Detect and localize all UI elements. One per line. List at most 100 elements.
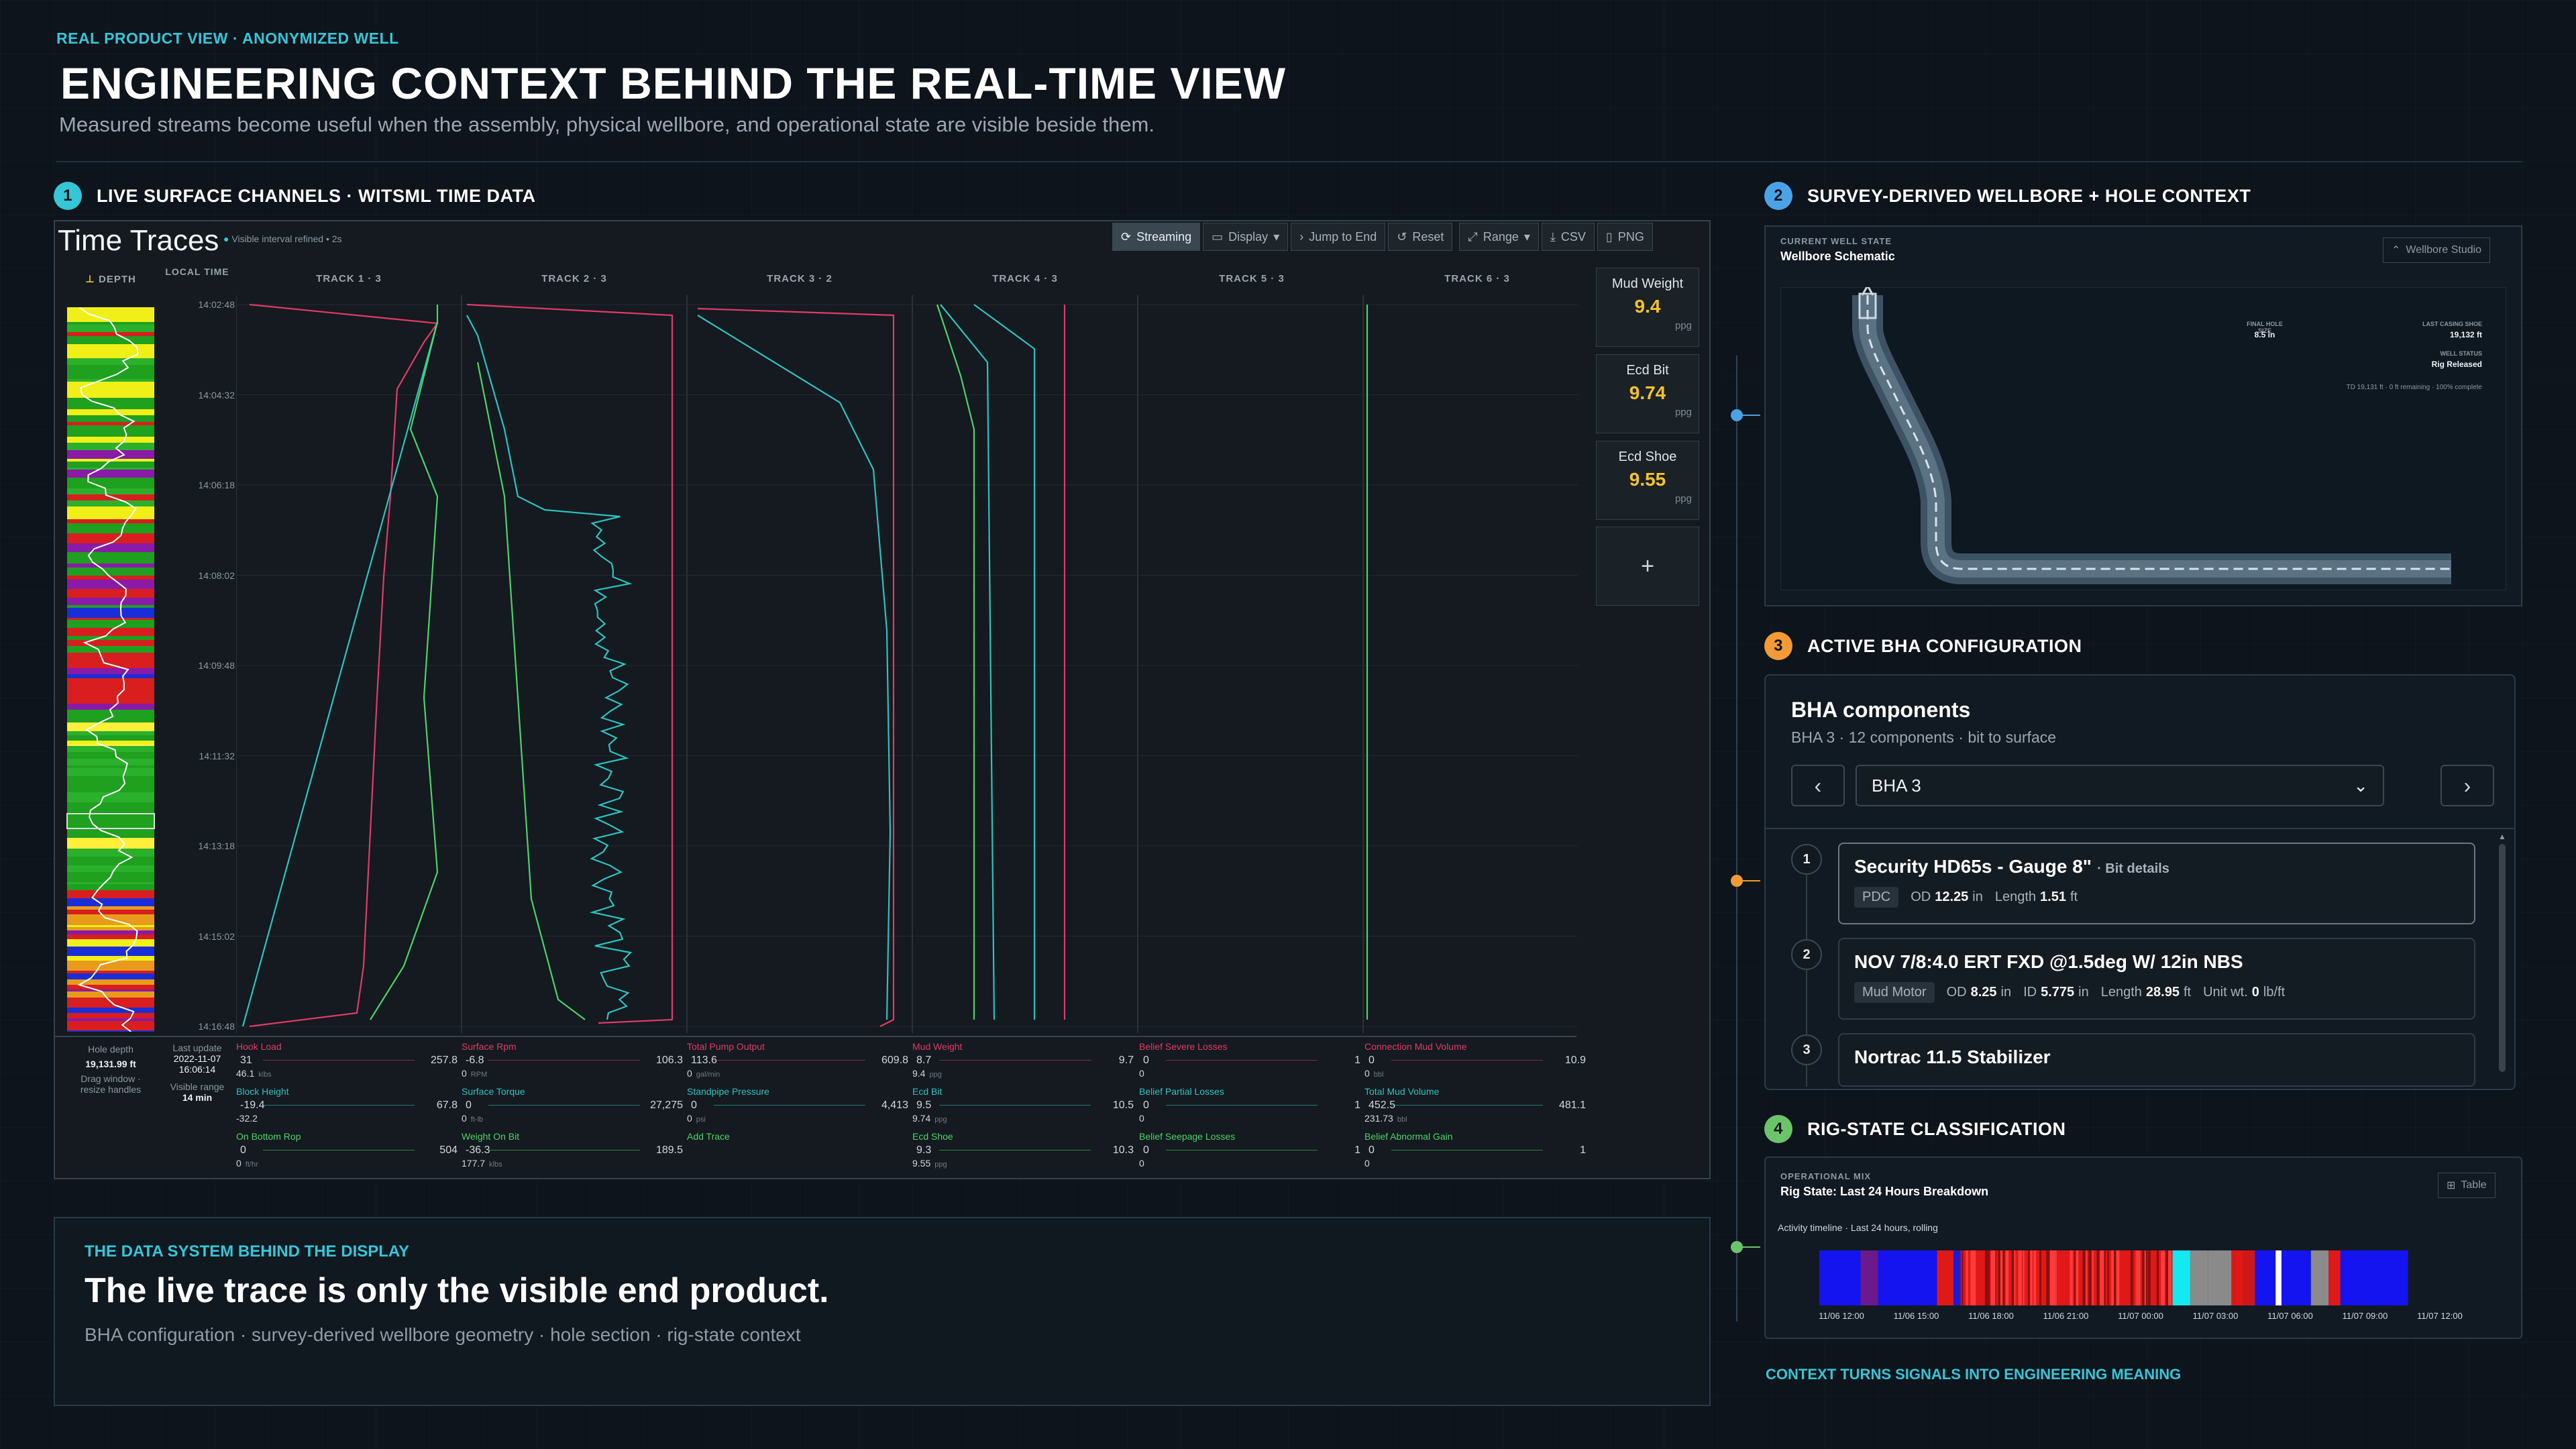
channel-unit: RPM	[470, 1071, 488, 1079]
lithology-band	[67, 488, 154, 494]
channel-name[interactable]: Belief Abnormal Gain	[1364, 1131, 1590, 1142]
monitor-icon: ▭	[1212, 229, 1224, 244]
lithology-band	[67, 313, 154, 316]
channel-value: 0	[1364, 1158, 1590, 1169]
last-update-time: 16:06:14	[178, 1064, 216, 1075]
channel-name[interactable]: Total Mud Volume	[1364, 1086, 1590, 1097]
bit-details-link[interactable]: · Bit details	[2097, 861, 2169, 876]
range-button[interactable]: ⤢ Range ▾	[1459, 223, 1539, 251]
track-header-2: TRACK 2 · 3	[541, 273, 607, 284]
channel-min: 452.5	[1368, 1099, 1396, 1111]
rig-state-segment	[1986, 1250, 1988, 1305]
trace-plot[interactable]	[236, 295, 1578, 1033]
lithology-band	[67, 838, 154, 849]
channel-name[interactable]: Belief Severe Losses	[1139, 1041, 1364, 1052]
png-button[interactable]: ▯ PNG	[1597, 223, 1653, 251]
channel-name[interactable]: Ecd Shoe	[912, 1131, 1138, 1142]
standpipe-trace	[697, 315, 892, 1020]
lithology-band	[67, 543, 154, 552]
rig-state-segment	[1990, 1250, 1992, 1305]
rig-state-segment	[2074, 1250, 2076, 1305]
component-name: Nortrac 11.5 Stabilizer	[1854, 1046, 2459, 1068]
value-card[interactable]: Ecd Bit 9.74 ppg	[1596, 354, 1699, 433]
wellbore-studio-button[interactable]: ⌃ Wellbore Studio	[2383, 237, 2491, 263]
reset-button[interactable]: ↺ Reset	[1388, 223, 1453, 251]
channel-name[interactable]: Block Height	[236, 1086, 462, 1097]
bha-component-card[interactable]: NOV 7/8:4.0 ERT FXD @1.5deg W/ 12in NBS M…	[1838, 938, 2475, 1020]
channel-name[interactable]: Belief Partial Losses	[1139, 1086, 1364, 1097]
lithology-band	[67, 653, 154, 662]
value-card[interactable]: Mud Weight 9.4 ppg	[1596, 268, 1699, 347]
channel-name[interactable]: Mud Weight	[912, 1041, 1138, 1052]
rig-state-segment	[2111, 1250, 2114, 1305]
channel-name[interactable]: Connection Mud Volume	[1364, 1041, 1590, 1052]
channel-name[interactable]: Ecd Bit	[912, 1086, 1138, 1097]
rig-state-segment	[1998, 1250, 2000, 1305]
lithology-band	[67, 731, 154, 735]
bha-scrollbar[interactable]: ▲	[2497, 832, 2508, 1087]
channel-value-number: 0	[1364, 1068, 1370, 1079]
section-number: 2	[1764, 182, 1792, 210]
track-header-6: TRACK 6 · 3	[1444, 273, 1510, 284]
bha-component-card[interactable]: Security HD65s - Gauge 8" · Bit details PD…	[1838, 843, 2475, 924]
lithology-band	[67, 450, 154, 459]
card-unit: ppg	[1674, 493, 1692, 504]
drag-hint-2: resize handles	[80, 1084, 142, 1095]
lithology-band	[67, 927, 154, 930]
component-index: 1	[1791, 844, 1822, 875]
rig-state-segment	[2047, 1250, 2050, 1305]
channel-name[interactable]: Belief Seepage Losses	[1139, 1131, 1364, 1142]
channel-name[interactable]: Surface Rpm	[462, 1041, 687, 1052]
jump-to-end-button[interactable]: › Jump to End	[1291, 223, 1386, 251]
lithology-band	[67, 776, 154, 786]
channel-max: 481.1	[1558, 1099, 1586, 1111]
rig-state-timeline[interactable]	[1819, 1250, 2459, 1305]
streaming-button[interactable]: ⟳ Streaming	[1112, 223, 1201, 251]
bha-select-value: BHA 3	[1872, 775, 1921, 796]
display-button[interactable]: ▭ Display ▾	[1203, 223, 1289, 251]
value-card[interactable]: Ecd Shoe 9.55 ppg	[1596, 441, 1699, 520]
channel-min: 31	[240, 1055, 252, 1066]
channel-max: 189.5	[655, 1144, 683, 1156]
rig-state-segment	[2039, 1250, 2041, 1305]
timeline-tick: 11/06 18:00	[1968, 1311, 2014, 1321]
csv-button[interactable]: ⤓ CSV	[1541, 223, 1595, 251]
channel-name[interactable]: Standpipe Pressure	[687, 1086, 912, 1097]
chevron-left-icon: ‹	[1814, 773, 1822, 798]
add-card-button[interactable]: +	[1596, 527, 1699, 606]
channel-name[interactable]: Surface Torque	[462, 1086, 687, 1097]
visible-range-value: 14 min	[182, 1092, 213, 1103]
rig-state-segment	[2172, 1250, 2190, 1305]
well-status-label: WELL STATUS	[2440, 350, 2483, 357]
lithology-band	[67, 368, 154, 379]
table-button[interactable]: ⊞ Table	[2438, 1173, 2496, 1198]
prev-bha-button[interactable]: ‹	[1791, 765, 1845, 806]
refine-note-text: Visible interval refined • 2s	[231, 233, 342, 244]
channel-value-number: -32.2	[236, 1113, 258, 1124]
bha-scroll-thumb[interactable]	[2499, 844, 2506, 1072]
lithology-band	[67, 443, 154, 450]
spec-unit: in	[1972, 890, 1983, 904]
lithology-band	[67, 646, 154, 653]
section-4-heading: 4 RIG-STATE CLASSIFICATION	[1764, 1115, 2065, 1143]
bha-select[interactable]: BHA 3 ⌄	[1856, 765, 2384, 806]
rig-state-segment	[2096, 1250, 2100, 1305]
lithology-band	[67, 437, 154, 443]
channel-name[interactable]: Hook Load	[236, 1041, 462, 1052]
lithology-band	[67, 910, 154, 914]
channel-name[interactable]: Add Trace	[687, 1131, 912, 1142]
depth-lithology-log[interactable]	[66, 307, 156, 1032]
next-bha-button[interactable]: ›	[2440, 765, 2494, 806]
channel-min: 9.5	[916, 1099, 932, 1111]
channel-name[interactable]: On Bottom Rop	[236, 1131, 462, 1142]
spec-key: Length	[2100, 985, 2142, 1000]
lithology-band	[67, 691, 154, 698]
channel-name[interactable]: Total Pump Output	[687, 1041, 912, 1052]
timeline-tick: 11/07 09:00	[2342, 1311, 2388, 1321]
channel-name[interactable]: Weight On Bit	[462, 1131, 687, 1142]
channel-min: 0	[1368, 1055, 1375, 1066]
lithology-band	[67, 768, 154, 776]
bha-component-card[interactable]: Nortrac 11.5 Stabilizer	[1838, 1033, 2475, 1087]
lithology-band	[67, 592, 154, 598]
component-type-badge: PDC	[1854, 887, 1899, 908]
